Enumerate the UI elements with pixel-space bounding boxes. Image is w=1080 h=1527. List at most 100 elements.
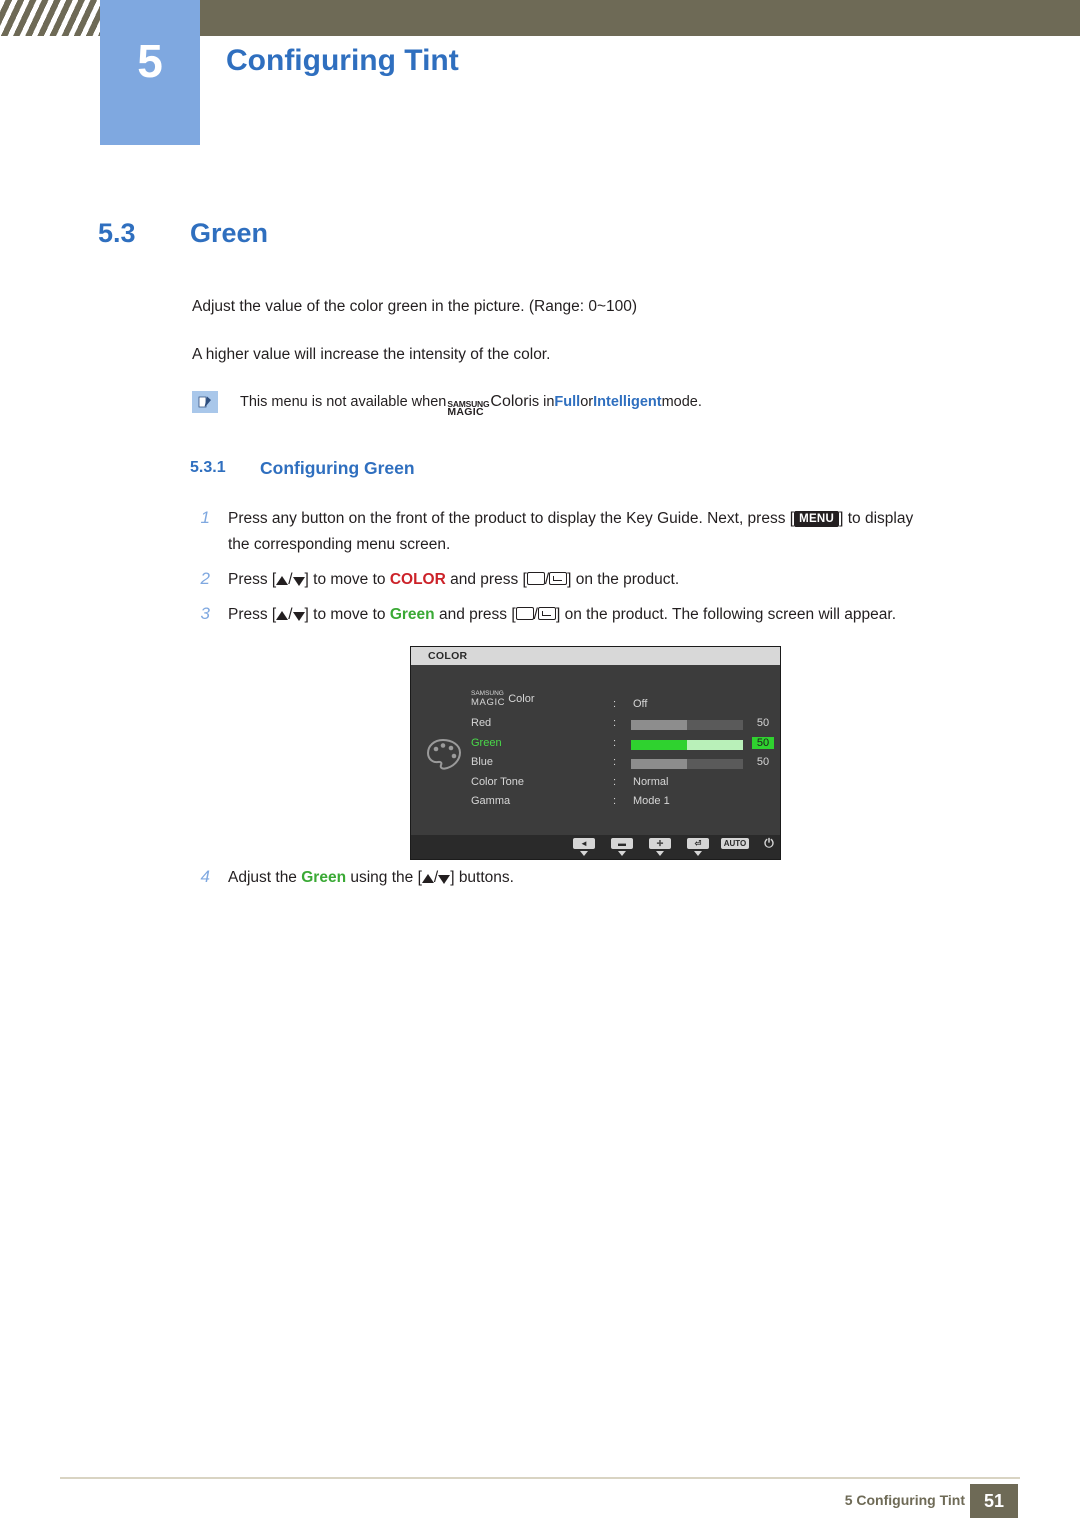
osd-row-red[interactable]: Red : 50 [471, 717, 771, 737]
plus-key-cap: ✛ [649, 838, 671, 849]
step-2-text-f: ] on the product. [567, 571, 680, 588]
osd-magic-bottom: MAGIC [471, 696, 506, 708]
step-2-text: Press [/] to move to COLOR and press [/]… [228, 571, 679, 589]
palette-icon [426, 737, 462, 771]
step-1-text: Press any button on the front of the pro… [228, 510, 913, 528]
header-stripe-pattern [0, 0, 100, 36]
power-key-cap: ⏻ [764, 836, 774, 850]
step-2-number: 2 [200, 569, 210, 588]
step-2-text-d: and press [ [445, 571, 527, 588]
step-3-text-c: ] to move to [304, 606, 390, 623]
auto-key-cap: AUTO [721, 838, 749, 849]
osd-title-bar: COLOR [411, 647, 780, 665]
note-mid: is in [528, 394, 555, 410]
note-magic-word: Color [490, 393, 529, 410]
plus-key[interactable]: ✛ [649, 838, 671, 856]
step-3-text-f: ] on the product. The following screen w… [555, 606, 897, 623]
osd-slider-blue[interactable] [631, 759, 743, 769]
osd-row-blue[interactable]: Blue : 50 [471, 756, 771, 776]
footer-text: 5 Configuring Tint [844, 1492, 965, 1508]
osd-label-blue: Blue [471, 756, 494, 768]
section-number: 5.3 [98, 218, 136, 248]
step-2-text-c: ] to move to [304, 571, 390, 588]
arrow-up-icon [276, 611, 289, 620]
step-3-text: Press [/] to move to Green and press [/]… [228, 606, 896, 624]
osd-slider-blue-fill [631, 759, 687, 769]
note-prefix: This menu is not available when [240, 394, 447, 410]
osd-slider-green-fill [631, 739, 687, 750]
step-4-number: 4 [200, 867, 210, 886]
osd-screenshot: COLOR SAMSUNG MAGIC Color : Off Red : 50… [411, 647, 780, 859]
step-1-text-b: ] to display [839, 510, 914, 527]
osd-row-magic-color[interactable]: SAMSUNG MAGIC Color : Off [471, 690, 771, 717]
osd-key-guide-bar: ◄ ▬ ✛ ⏎ AUTO ⏻ [411, 835, 780, 859]
step-3-text-d: and press [ [434, 606, 516, 623]
body-paragraph-2: A higher value will increase the intensi… [192, 346, 551, 363]
note-or: or [580, 394, 594, 410]
osd-row-gamma[interactable]: Gamma : Mode 1 [471, 795, 771, 815]
back-key-arrow-icon [580, 851, 588, 856]
chapter-title: Configuring Tint [226, 44, 459, 77]
step-1-text-a: Press any button on the front of the pro… [228, 510, 795, 527]
osd-label-red: Red [471, 717, 492, 729]
arrow-down-icon [292, 612, 305, 621]
power-key[interactable]: ⏻ [758, 836, 780, 850]
osd-number-blue: 50 [756, 756, 770, 768]
enter-key[interactable]: ⏎ [687, 838, 709, 856]
back-key[interactable]: ◄ [573, 838, 595, 856]
arrow-up-icon [421, 874, 434, 883]
osd-number-red: 50 [756, 717, 770, 729]
osd-row-color-tone[interactable]: Color Tone : Normal [471, 776, 771, 796]
step-2-target: COLOR [389, 571, 446, 588]
note-pencil-icon [192, 391, 218, 413]
body-paragraph-1: Adjust the value of the color green in t… [192, 298, 638, 315]
step-4-text: Adjust the Green using the [/] buttons. [228, 869, 514, 887]
osd-menu-rows: SAMSUNG MAGIC Color : Off Red : 50 Green … [471, 690, 774, 815]
osd-value-gamma: Mode 1 [633, 795, 670, 807]
plus-key-arrow-icon [656, 851, 664, 856]
osd-magic-word: Color [505, 692, 535, 705]
step-3-target: Green [389, 606, 435, 623]
footer-divider [60, 1477, 1020, 1479]
minus-key-arrow-icon [618, 851, 626, 856]
osd-title: COLOR [428, 650, 468, 662]
osd-colon: : [613, 698, 617, 710]
section-title: Green [190, 218, 269, 248]
osd-colon: : [613, 736, 617, 749]
note-option-full: Full [554, 394, 581, 410]
minus-key[interactable]: ▬ [611, 838, 633, 856]
enter-key-cap: ⏎ [687, 838, 709, 849]
step-4-text-b: using the [ [346, 869, 422, 886]
arrow-up-icon [276, 576, 289, 585]
osd-slider-red-fill [631, 720, 687, 730]
subsection-title: Configuring Green [260, 458, 415, 478]
osd-colon: : [613, 756, 617, 768]
step-4-target: Green [301, 869, 347, 886]
osd-label-magic-color: SAMSUNG MAGIC Color [471, 690, 535, 708]
step-1-text-line2: the corresponding menu screen. [228, 536, 451, 553]
source-button-icon [526, 572, 545, 585]
samsung-magic-logo: SAMSUNG MAGIC [447, 400, 489, 418]
osd-label-color-tone: Color Tone [471, 775, 524, 788]
step-3-number: 3 [200, 604, 210, 623]
osd-row-green[interactable]: Green : 50 [471, 736, 774, 757]
osd-label-gamma: Gamma [471, 795, 511, 807]
osd-label-green: Green [471, 736, 502, 749]
enter-button-icon [537, 607, 556, 620]
osd-slider-green[interactable] [631, 739, 743, 750]
osd-slider-red[interactable] [631, 720, 743, 730]
subsection-number: 5.3.1 [190, 459, 226, 476]
source-button-icon [515, 607, 534, 620]
osd-value-magic-color: Off [633, 698, 648, 710]
osd-body: SAMSUNG MAGIC Color : Off Red : 50 Green … [411, 665, 780, 835]
step-2-text-a: Press [ [228, 571, 277, 588]
auto-key[interactable]: AUTO [721, 838, 749, 849]
enter-key-arrow-icon [694, 851, 702, 856]
step-4-text-a: Adjust the [228, 869, 302, 886]
step-3-text-a: Press [ [228, 606, 277, 623]
osd-value-color-tone: Normal [633, 775, 669, 788]
menu-key-glyph: MENU [794, 511, 840, 527]
magic-logo-bottom: MAGIC [447, 406, 484, 419]
minus-key-cap: ▬ [611, 838, 633, 849]
note-option-intelligent: Intelligent [593, 394, 662, 410]
